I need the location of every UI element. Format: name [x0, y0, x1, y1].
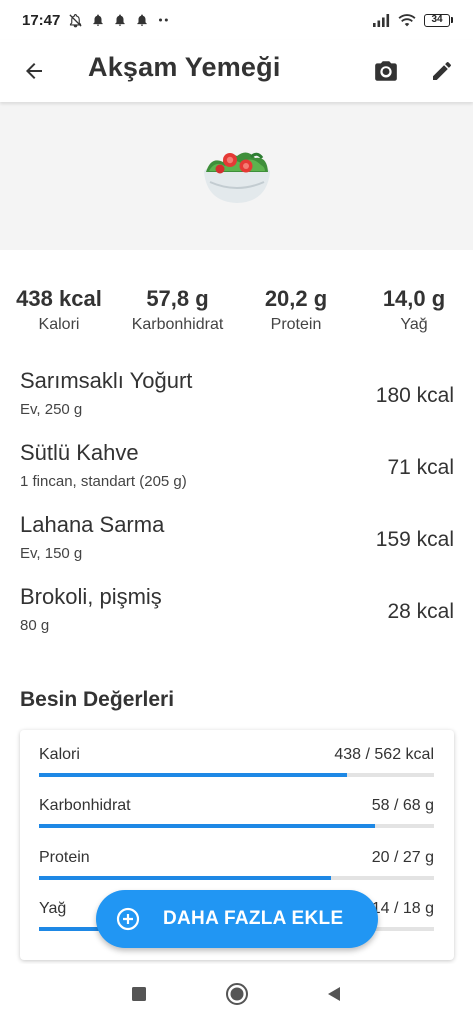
back-button[interactable]	[14, 51, 54, 91]
nutrition-label: Kalori	[39, 746, 80, 763]
nutrition-summary: 438 kcal Kalori 57,8 g Karbonhidrat 20,2…	[0, 286, 473, 342]
food-calories: 28 kcal	[387, 600, 454, 623]
food-portion: Ev, 250 g	[20, 401, 83, 418]
food-name: Sarımsaklı Yoğurt	[20, 368, 193, 393]
food-portion: 1 fincan, standart (205 g)	[20, 473, 187, 490]
food-portion: Ev, 150 g	[20, 545, 83, 562]
progress-fill	[39, 773, 348, 777]
recents-button[interactable]	[127, 982, 151, 1006]
status-left: 17:47	[22, 12, 171, 29]
home-circle-icon	[226, 983, 248, 1005]
home-button[interactable]	[225, 982, 249, 1006]
food-item[interactable]: Sütlü Kahve 1 fincan, standart (205 g) 7…	[20, 440, 454, 502]
food-item[interactable]: Sarımsaklı Yoğurt Ev, 250 g 180 kcal	[20, 368, 454, 430]
app-bar: Akşam Yemeği	[0, 40, 473, 102]
status-right: 34	[373, 13, 453, 27]
nutrition-value: 20 / 27 g	[371, 849, 434, 866]
signal-icon	[373, 13, 390, 27]
progress-fill	[39, 876, 332, 880]
system-nav-bar	[0, 964, 473, 1024]
summary-calories: 438 kcal Kalori	[0, 286, 118, 334]
camera-button[interactable]	[366, 51, 406, 91]
food-portion: 80 g	[20, 617, 50, 634]
food-name: Sütlü Kahve	[20, 440, 139, 465]
mute-notifications-icon	[68, 13, 83, 28]
nutrition-row-calories: Kalori 438 / 562 kcal	[39, 746, 434, 782]
nutrition-label: Protein	[39, 849, 90, 866]
food-name: Lahana Sarma	[20, 512, 165, 537]
food-calories: 71 kcal	[387, 456, 454, 479]
meal-image-area	[0, 102, 473, 250]
bell-icon	[135, 13, 149, 27]
recents-square-icon	[132, 987, 146, 1001]
pencil-icon	[433, 61, 451, 80]
bell-icon	[91, 13, 105, 27]
edit-button[interactable]	[422, 51, 462, 91]
progress-track	[39, 824, 434, 828]
wifi-icon	[398, 13, 416, 27]
summary-value: 57,8 g	[146, 286, 209, 311]
back-triangle-icon	[328, 987, 340, 1001]
more-dots-icon	[157, 13, 171, 27]
back-nav-button[interactable]	[322, 982, 346, 1006]
summary-value: 20,2 g	[264, 286, 328, 311]
arrow-left-icon	[26, 63, 42, 79]
battery-level: 34	[424, 13, 450, 27]
food-item[interactable]: Brokoli, pişmiş 80 g 28 kcal	[20, 584, 454, 646]
page-title: Akşam Yemeği	[88, 52, 281, 82]
summary-label: Protein	[270, 316, 322, 333]
nutrition-value: 14 / 18 g	[371, 900, 434, 917]
summary-label: Kalori	[38, 316, 80, 333]
food-name: Brokoli, pişmiş	[20, 584, 162, 609]
nutrition-value: 58 / 68 g	[371, 797, 434, 814]
summary-carbs: 57,8 g Karbonhidrat	[118, 286, 237, 334]
progress-track	[39, 876, 434, 880]
food-calories: 159 kcal	[375, 528, 454, 551]
summary-value: 438 kcal	[16, 286, 102, 311]
plus-circle-icon	[116, 907, 140, 931]
summary-label: Yağ	[400, 316, 428, 333]
camera-icon	[375, 61, 397, 81]
section-title: Besin Değerleri	[20, 688, 175, 711]
nutrition-value: 438 / 562 kcal	[334, 746, 434, 763]
progress-fill	[39, 824, 375, 828]
nutrition-label: Karbonhidrat	[39, 797, 131, 814]
summary-value: 14,0 g	[382, 286, 446, 311]
status-time: 17:47	[22, 11, 61, 29]
nutrition-row-carbs: Karbonhidrat 58 / 68 g	[39, 797, 434, 833]
add-more-button[interactable]: DAHA FAZLA EKLE	[96, 890, 378, 948]
food-calories: 180 kcal	[375, 384, 454, 407]
salad-bowl-icon	[203, 152, 270, 203]
battery-icon: 34	[424, 13, 453, 27]
food-item[interactable]: Lahana Sarma Ev, 150 g 159 kcal	[20, 512, 454, 574]
summary-label: Karbonhidrat	[131, 316, 224, 333]
status-bar: 17:47 34	[0, 0, 473, 40]
add-more-label: DAHA FAZLA EKLE	[163, 908, 344, 929]
nutrition-label: Yağ	[39, 900, 67, 917]
summary-protein: 20,2 g Protein	[237, 286, 355, 334]
summary-fat: 14,0 g Yağ	[355, 286, 473, 334]
progress-track	[39, 773, 434, 777]
bell-icon	[113, 13, 127, 27]
nutrition-row-protein: Protein 20 / 27 g	[39, 849, 434, 885]
